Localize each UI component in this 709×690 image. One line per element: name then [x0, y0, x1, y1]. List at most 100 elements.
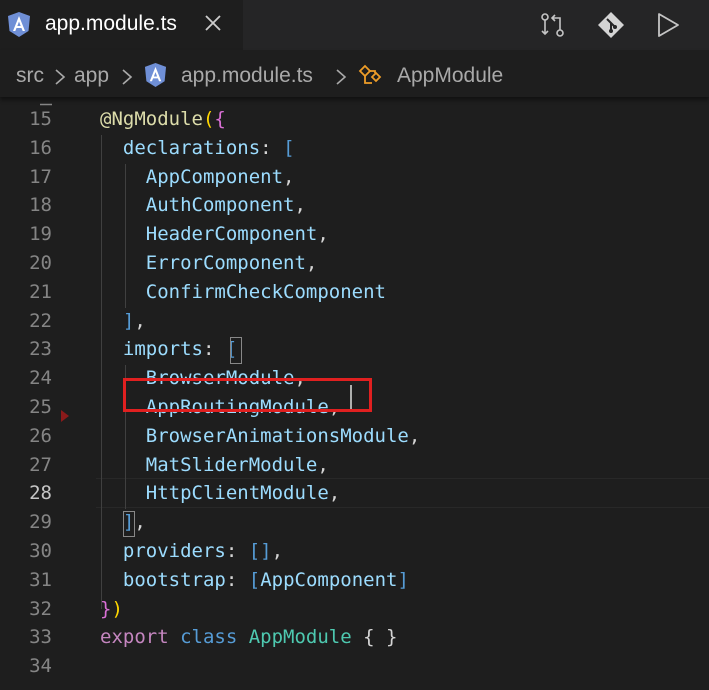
breadcrumb-item-symbol[interactable]: AppModule: [397, 63, 503, 89]
code-token: ]: [397, 568, 409, 591]
code-line: ConfirmCheckComponent: [100, 278, 386, 307]
compare-changes-icon[interactable]: [538, 10, 568, 44]
bracket-match-close: [123, 511, 135, 537]
code-line: @NgModule({: [100, 105, 226, 134]
code-line: declarations: [: [100, 134, 295, 163]
angular-icon: [7, 11, 31, 42]
code-token: :: [260, 136, 284, 159]
git-icon[interactable]: [596, 10, 626, 44]
code-token: ,: [305, 252, 318, 274]
breadcrumb: src app app.module.ts AppModule: [0, 50, 709, 97]
line-number: 29: [29, 511, 52, 534]
line-number: 16: [29, 136, 52, 159]
line-number: 17: [29, 165, 52, 188]
code-token: providers: [122, 540, 226, 562]
code-token: AppComponent: [260, 568, 398, 591]
line-number: 20: [29, 252, 52, 274]
bracket-match-open: [230, 337, 242, 364]
code-line: HttpClientModule,: [100, 479, 340, 508]
breadcrumb-item-file[interactable]: app.module.ts: [181, 63, 313, 89]
code-line: ],: [100, 307, 146, 336]
code-token: ,: [134, 511, 146, 534]
line-number: 18: [29, 194, 52, 217]
line-number: 24: [29, 367, 52, 390]
breakpoint-arrow-icon[interactable]: [61, 407, 69, 426]
code-token: bootstrap: [122, 568, 226, 591]
code-line: BrowserAnimationsModule,: [100, 422, 421, 451]
line-number: 27: [29, 453, 52, 476]
code-token: ErrorComponent: [145, 252, 306, 274]
code-token: { }: [351, 626, 398, 649]
code-token: HttpClientModule: [145, 482, 329, 505]
code-token: HeaderComponent: [145, 223, 318, 246]
tab-label: app.module.ts: [45, 12, 177, 35]
tab-app-module[interactable]: app.module.ts: [0, 0, 243, 50]
run-icon[interactable]: [654, 10, 682, 44]
code-token: ,: [134, 309, 146, 332]
code-line: ErrorComponent,: [100, 249, 318, 278]
code-token: ,: [283, 165, 295, 188]
code-token: BrowserAnimationsModule: [145, 424, 409, 447]
code-line: AppComponent,: [100, 163, 295, 192]
line-number: 21: [29, 280, 52, 303]
code-token: AuthComponent: [145, 194, 295, 217]
line-number: 15: [29, 108, 52, 130]
code-token: }: [100, 597, 112, 620]
close-icon[interactable]: [203, 13, 223, 37]
chevron-right-icon: [53, 67, 67, 91]
code-line: }): [100, 595, 123, 624]
code-token: declarations: [122, 136, 261, 159]
chevron-right-icon: [120, 67, 134, 91]
code-token: []: [248, 540, 272, 562]
code-token: ,: [328, 482, 341, 505]
class-symbol-icon: [358, 63, 384, 91]
editor-window: app.module.ts src app app.module.ts AppM…: [0, 0, 709, 690]
code-token: :: [225, 540, 249, 562]
code-token: MatSliderModule: [145, 453, 318, 476]
code-token: @NgModule: [100, 108, 203, 130]
line-number: 22: [29, 309, 52, 332]
code-token: (: [202, 108, 215, 130]
code-token: :: [202, 338, 226, 361]
code-token: ,: [408, 424, 421, 447]
line-number: 34: [29, 655, 52, 678]
code-token: ]: [122, 309, 135, 332]
code-line: MatSliderModule,: [100, 451, 329, 480]
breadcrumb-item-src[interactable]: src: [16, 63, 44, 89]
code-token: ConfirmCheckComponent: [145, 280, 386, 303]
code-token: AppModule: [248, 626, 352, 649]
code-line: HeaderComponent,: [100, 220, 329, 249]
code-line: providers: [],: [100, 537, 283, 566]
code-token: ,: [317, 453, 329, 476]
code-token: class: [180, 626, 249, 649]
code-token: AppComponent: [145, 165, 284, 188]
code-token: ,: [294, 194, 306, 217]
chevron-right-icon: [334, 67, 348, 91]
code-line: AuthComponent,: [100, 191, 306, 220]
code-editor[interactable]: 15 16 17 18 19 20 21 22 23 24 25 26 27 28 29 30 31 32 33 34…: [0, 97, 709, 690]
line-number: 23: [29, 338, 52, 361]
line-number: 25: [29, 396, 52, 418]
breadcrumb-item-app[interactable]: app: [74, 63, 109, 89]
line-number: 26: [29, 424, 52, 447]
line-number: 31: [29, 568, 52, 591]
code-token: [: [283, 136, 295, 159]
code-token: ): [111, 597, 123, 620]
annotation-highlight-box: [123, 378, 372, 412]
line-number: 19: [29, 223, 52, 246]
code-token: ,: [317, 223, 329, 246]
code-token: {: [214, 108, 226, 130]
code-token: ,: [271, 540, 284, 562]
